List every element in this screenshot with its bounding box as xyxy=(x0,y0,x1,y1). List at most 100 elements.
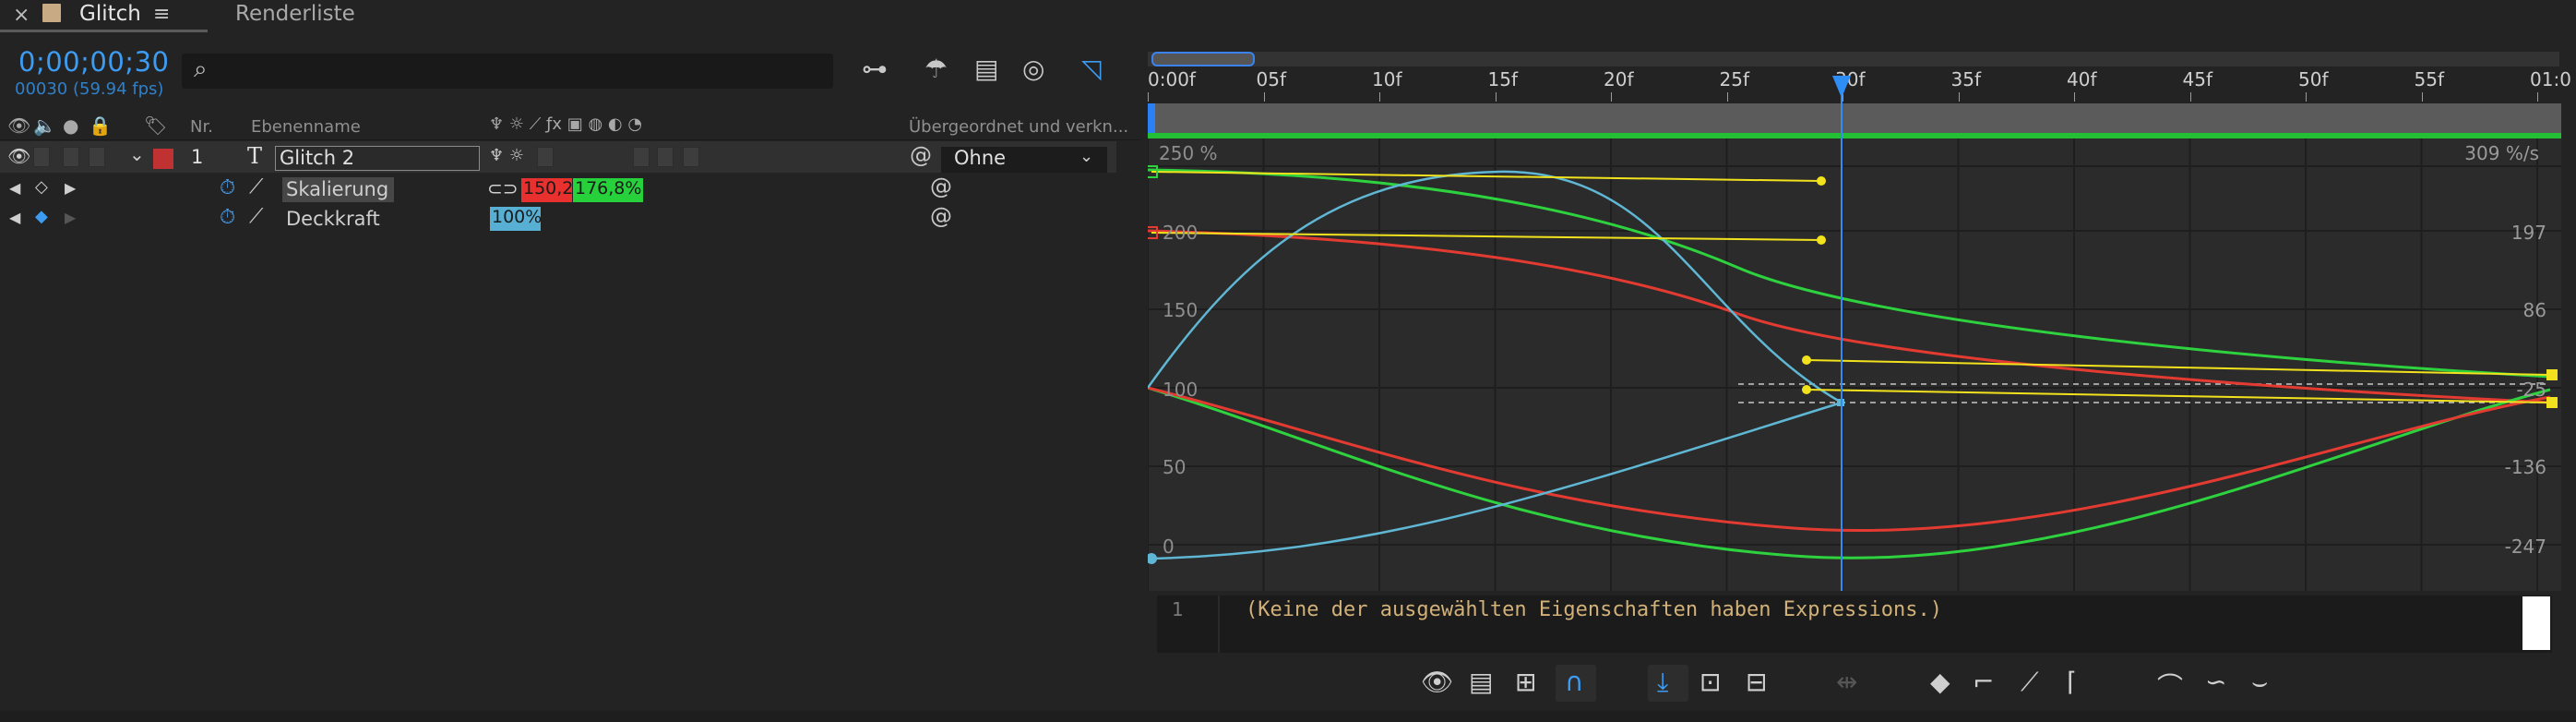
separate-dimensions-icon[interactable]: ⇹ xyxy=(1836,667,1857,697)
graph-area[interactable] xyxy=(1145,138,2561,591)
fit-selection-icon[interactable]: ⊡ xyxy=(1699,667,1721,697)
solo-toggle[interactable] xyxy=(63,147,79,167)
scale-y-value[interactable]: 176,8% xyxy=(573,178,643,202)
tab-menu-icon[interactable]: ≡ xyxy=(153,3,170,26)
frame-blending-icon[interactable]: ▤ xyxy=(974,54,998,84)
ruler-tick xyxy=(2537,92,2538,102)
layer-label-color[interactable] xyxy=(153,149,173,169)
snap-magnet-icon[interactable]: ∩ xyxy=(1565,667,1584,697)
prev-keyframe-icon[interactable]: ◀ xyxy=(9,209,20,226)
transform-box-icon[interactable]: ⊞ xyxy=(1515,667,1536,697)
bezier-handle-point xyxy=(1802,385,1811,394)
ruler-tick xyxy=(1148,92,1149,102)
property-row-opacity[interactable]: ◀ ◆ ▶ ⏱ ⟋ Deckkraft 100% @ xyxy=(0,203,1116,235)
auto-zoom-icon[interactable]: ⤓ xyxy=(1657,667,1668,698)
graph-editor-icon[interactable]: ◹ xyxy=(1081,54,1102,84)
bezier-handle-point xyxy=(1817,176,1826,186)
graph-speed-label: 197 xyxy=(2510,222,2546,244)
ruler-tick xyxy=(1379,92,1380,102)
graph-top-left-label: 250 % xyxy=(1159,142,1218,164)
keyframe-diamond-icon[interactable]: ◆ xyxy=(1930,667,1950,697)
motion-blur-icon[interactable]: ◎ xyxy=(1022,54,1044,84)
graph-speed-label: -247 xyxy=(2504,535,2546,558)
property-pickwhip-icon[interactable]: @ xyxy=(930,174,952,199)
next-keyframe-icon[interactable]: ▶ xyxy=(65,209,76,226)
graph-toggle-icon[interactable]: ⟋ xyxy=(249,175,263,199)
graph-top-right-label: 309 %/s xyxy=(2464,142,2539,164)
graph-value-label: 200 xyxy=(1163,222,1199,244)
prev-keyframe-icon[interactable]: ◀ xyxy=(9,179,20,197)
switch-box[interactable] xyxy=(537,147,554,167)
audio-icon: 🔈 xyxy=(33,114,56,137)
lock-icon: 🔒 xyxy=(89,114,112,137)
tab-render-queue[interactable]: Renderliste xyxy=(235,2,355,26)
ease-out-icon[interactable]: ⌣ xyxy=(2251,667,2268,698)
ruler-tick-label: 20f xyxy=(1604,68,1634,90)
graph-speed-label: 86 xyxy=(2522,299,2546,321)
column-layer-name[interactable]: Ebenenname xyxy=(251,117,361,137)
graph-options-icon[interactable]: ▤ xyxy=(1469,667,1493,697)
column-parent[interactable]: Übergeordnet und verkn... xyxy=(909,117,1128,137)
fit-all-icon[interactable]: ⊟ xyxy=(1746,667,1767,697)
switches-icons: ♆ ☼ ⟋ ƒx ▣ ◍ ◐ ◔ xyxy=(489,114,643,134)
tab-composition-title[interactable]: Glitch xyxy=(79,2,141,26)
active-tab-underline xyxy=(0,30,208,32)
time-ruler[interactable]: 0:00f 05f 10f 15f 20f 25f 30f 35f 40f 45f 50f 55f 01… xyxy=(1148,68,2571,102)
ruler-tick xyxy=(1495,92,1497,102)
graph-value-label: 50 xyxy=(1163,456,1187,478)
expression-text[interactable]: (Keine der ausgewählten Eigenschaften ha… xyxy=(1246,598,1942,621)
graph-svg[interactable] xyxy=(1145,138,2561,591)
layer-row[interactable]: 👁 ⌄ 1 T Glitch 2 ♆ ☼ @ Ohne ⌄ xyxy=(0,141,1116,173)
parent-select[interactable]: Ohne ⌄ xyxy=(941,147,1107,173)
ruler-tick-label: 10f xyxy=(1372,68,1402,90)
switch-box[interactable] xyxy=(657,147,674,167)
current-timecode[interactable]: 0;00;00;30 xyxy=(18,46,169,78)
layer-name-field[interactable]: Glitch 2 xyxy=(275,146,480,171)
property-row-scale[interactable]: ◀ ◇ ▶ ⏱ ⟋ Skalierung ⊂⊃ 150,2, 176,8% @ xyxy=(0,174,1116,205)
ruler-tick-label: 25f xyxy=(1719,68,1750,90)
switch-box[interactable] xyxy=(633,147,650,167)
parent-pickwhip-icon[interactable]: @ xyxy=(910,142,932,168)
scale-x-value[interactable]: 150,2, xyxy=(521,178,572,202)
linear-keyframe-icon[interactable]: ⟋ xyxy=(2021,667,2039,698)
easy-ease-icon[interactable]: ⌒ xyxy=(2157,667,2183,704)
lock-toggle[interactable] xyxy=(89,147,105,167)
graph-toggle-icon[interactable]: ⟋ xyxy=(249,205,263,228)
property-pickwhip-icon[interactable]: @ xyxy=(930,203,952,229)
shy-layers-icon[interactable]: ☂ xyxy=(924,54,948,84)
opacity-value[interactable]: 100% xyxy=(490,207,542,231)
show-properties-eye-icon[interactable]: 👁 xyxy=(1421,667,1454,697)
add-keyframe-icon[interactable]: ◇ xyxy=(35,177,48,197)
comp-flowchart-icon[interactable]: ⊶ xyxy=(862,54,888,84)
switch-box[interactable] xyxy=(683,147,699,167)
stopwatch-icon[interactable]: ⏱ xyxy=(220,176,235,199)
layer-number: 1 xyxy=(191,146,204,168)
layer-switches-icon[interactable]: ♆ ☼ xyxy=(489,146,524,165)
work-area-bar[interactable] xyxy=(1148,103,2561,133)
ruler-tick xyxy=(1958,92,1960,102)
ease-in-icon[interactable]: ∽ xyxy=(2205,667,2226,697)
parent-select-value: Ohne xyxy=(954,147,1007,169)
ruler-tick-label: 40f xyxy=(2067,68,2097,90)
time-navigator[interactable] xyxy=(1148,52,2559,66)
keyframe-active-icon[interactable]: ◆ xyxy=(35,207,48,226)
chevron-down-icon[interactable]: ⌄ xyxy=(129,143,145,165)
hold-keyframe-icon[interactable]: ⌐ xyxy=(1973,667,1994,697)
next-keyframe-icon[interactable]: ▶ xyxy=(65,179,76,197)
expression-line-number: 1 xyxy=(1172,598,1184,620)
visibility-eye-icon[interactable]: 👁 xyxy=(7,145,30,167)
audio-toggle[interactable] xyxy=(33,147,50,167)
text-layer-icon: T xyxy=(247,143,263,169)
bezier-handle-point xyxy=(1802,355,1811,365)
column-nr[interactable]: Nr. xyxy=(190,117,213,137)
search-input[interactable] xyxy=(182,54,833,89)
stopwatch-icon[interactable]: ⏱ xyxy=(220,206,235,229)
constrain-link-icon[interactable]: ⊂⊃ xyxy=(487,177,519,199)
auto-bezier-icon[interactable]: ⌈ xyxy=(2067,667,2077,697)
ruler-tick-label: 01:0 xyxy=(2530,68,2571,90)
time-navigator-thumb[interactable] xyxy=(1151,52,1255,66)
ruler-tick xyxy=(2306,92,2307,102)
expression-scrollbar[interactable] xyxy=(2522,596,2550,650)
eye-icon: 👁 xyxy=(7,114,31,137)
close-tab-icon[interactable]: × xyxy=(13,4,30,27)
